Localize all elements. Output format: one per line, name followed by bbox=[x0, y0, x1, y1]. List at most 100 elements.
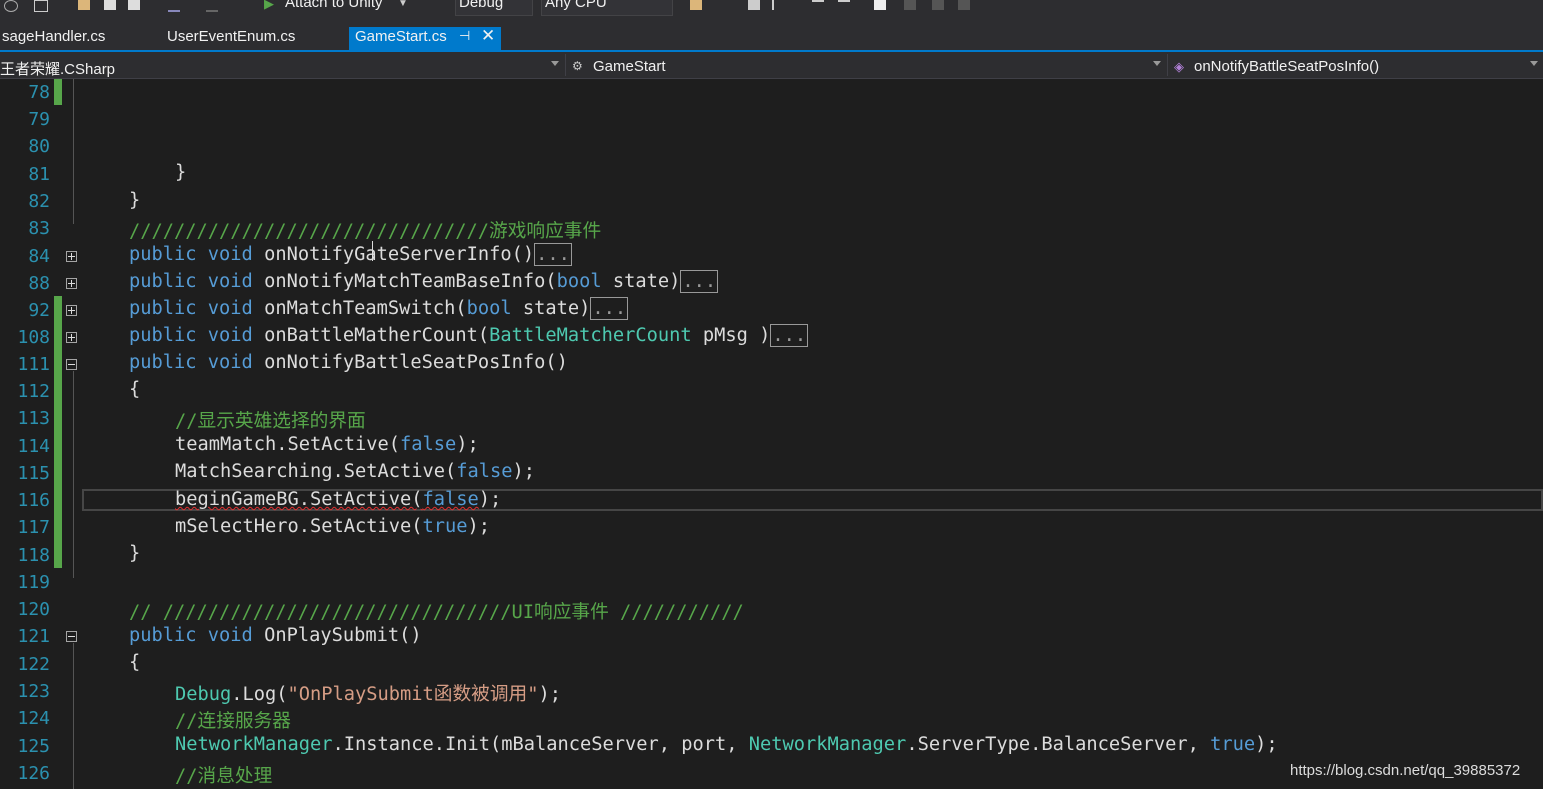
collapse-icon[interactable] bbox=[66, 359, 77, 370]
keyword: public bbox=[129, 244, 197, 265]
code-line-121[interactable]: public void OnPlaySubmit() bbox=[129, 625, 422, 646]
indent-icon[interactable] bbox=[772, 0, 786, 10]
change-marker bbox=[54, 79, 62, 105]
method-name: onNotifyMatchTeamBaseInfo( bbox=[264, 271, 557, 292]
code-line-118[interactable]: } bbox=[129, 543, 140, 564]
collapsed-block[interactable]: ... bbox=[770, 324, 809, 347]
code-line-82[interactable]: } bbox=[129, 190, 140, 211]
line-number: 114 bbox=[17, 436, 50, 457]
keyword: void bbox=[207, 625, 253, 646]
method-icon: ◈ bbox=[1174, 59, 1184, 74]
collapse-icon[interactable] bbox=[66, 631, 77, 642]
keyword: false bbox=[422, 489, 479, 510]
undo-icon[interactable] bbox=[168, 0, 180, 12]
punctuation: ); bbox=[1255, 734, 1278, 755]
expand-icon[interactable] bbox=[66, 251, 77, 262]
keyword: public bbox=[129, 625, 197, 646]
brace: } bbox=[129, 190, 141, 211]
code-line-83[interactable]: ////////////////////////////////游戏响应事件 bbox=[129, 216, 601, 243]
uncomment-icon[interactable] bbox=[838, 0, 850, 12]
open-folder-icon[interactable] bbox=[78, 0, 90, 10]
code-line-92[interactable]: public void onMatchTeamSwitch(bool state… bbox=[129, 297, 629, 320]
expand-icon[interactable] bbox=[66, 278, 77, 289]
divider bbox=[565, 54, 566, 76]
project-dropdown[interactable]: 王者荣耀.CSharp bbox=[0, 58, 115, 79]
code-line-115[interactable]: MatchSearching.SetActive(false); bbox=[175, 461, 535, 482]
save-icon[interactable] bbox=[104, 0, 116, 10]
comment-icon[interactable] bbox=[812, 0, 824, 12]
statement: MatchSearching.SetActive( bbox=[175, 461, 457, 482]
method-name: onBattleMatherCount( bbox=[264, 325, 490, 346]
save-all-icon[interactable] bbox=[128, 0, 140, 10]
find-icon[interactable] bbox=[690, 0, 702, 10]
expand-icon[interactable] bbox=[66, 332, 77, 343]
member-dropdown[interactable]: onNotifyBattleSeatPosInfo() bbox=[1194, 58, 1379, 75]
close-icon[interactable]: ✕ bbox=[481, 26, 495, 46]
chevron-down-icon[interactable] bbox=[1153, 61, 1161, 66]
divider bbox=[1167, 54, 1168, 76]
line-number: 108 bbox=[17, 327, 50, 348]
layout-icon[interactable] bbox=[748, 0, 760, 10]
tab-gamestart[interactable]: GameStart.cs ⊣ ✕ bbox=[349, 26, 501, 52]
code-line-108[interactable]: public void onBattleMatherCount(BattleMa… bbox=[129, 324, 809, 347]
tab-messagehandler[interactable]: sageHandler.cs bbox=[2, 28, 105, 45]
code-line-114[interactable]: teamMatch.SetActive(false); bbox=[175, 434, 479, 455]
code-line-88[interactable]: public void onNotifyMatchTeamBaseInfo(bo… bbox=[129, 270, 719, 293]
code-line-126[interactable]: //消息处理 bbox=[175, 761, 272, 788]
line-number: 111 bbox=[17, 354, 50, 375]
line-number: 79 bbox=[28, 109, 50, 130]
collapsed-block[interactable]: ... bbox=[534, 243, 572, 266]
expand-icon[interactable] bbox=[66, 305, 77, 316]
method-name: onNotifyGateServerInfo() bbox=[264, 244, 535, 265]
chevron-down-icon[interactable] bbox=[1530, 61, 1538, 66]
back-icon[interactable] bbox=[4, 0, 18, 12]
code-line-84[interactable]: public void onNotifyGateServerInfo()... bbox=[129, 243, 572, 266]
attach-to-unity-button[interactable]: Attach to Unity bbox=[285, 0, 383, 11]
line-number: 119 bbox=[17, 572, 50, 593]
prev-bookmark-icon[interactable] bbox=[904, 0, 916, 10]
outline-guide bbox=[73, 643, 74, 789]
new-project-icon[interactable] bbox=[34, 0, 48, 12]
bookmark-icon[interactable] bbox=[874, 0, 886, 10]
method-name: onNotifyBattleSeatPosInfo() bbox=[264, 352, 568, 373]
code-line-120[interactable]: // ///////////////////////////////UI响应事件… bbox=[129, 597, 744, 624]
method-name: OnPlaySubmit() bbox=[264, 625, 422, 646]
collapsed-block[interactable]: ... bbox=[680, 270, 719, 293]
brace: } bbox=[175, 162, 187, 183]
type-name: NetworkManager bbox=[748, 734, 907, 755]
string-literal: "OnPlaySubmit函数被调用" bbox=[287, 684, 539, 705]
keyword: void bbox=[207, 325, 253, 346]
code-editor[interactable]: 78 79 80 81 82 83 84 88 92 108 111 112 1… bbox=[0, 79, 1543, 789]
collapsed-block[interactable]: ... bbox=[590, 297, 629, 320]
line-number: 84 bbox=[28, 246, 50, 267]
code-line-81[interactable]: } bbox=[175, 162, 186, 183]
code-line-125[interactable]: NetworkManager.Instance.Init(mBalanceSer… bbox=[175, 734, 1278, 755]
code-line-116[interactable]: beginGameBG.SetActive(false); bbox=[175, 489, 501, 510]
code-line-112[interactable]: { bbox=[129, 379, 140, 400]
play-icon[interactable]: ▶ bbox=[264, 0, 274, 12]
pin-icon[interactable]: ⊣ bbox=[459, 28, 470, 44]
code-line-117[interactable]: mSelectHero.SetActive(true); bbox=[175, 516, 490, 537]
redo-icon[interactable] bbox=[206, 0, 218, 12]
punctuation: ); bbox=[512, 461, 536, 482]
tab-usereventenum[interactable]: UserEventEnum.cs bbox=[167, 28, 295, 45]
keyword: bool bbox=[466, 298, 512, 319]
line-number: 116 bbox=[17, 490, 50, 511]
param: state) bbox=[511, 298, 591, 319]
clear-bookmarks-icon[interactable] bbox=[958, 0, 970, 10]
code-line-122[interactable]: { bbox=[129, 652, 140, 673]
code-line-113[interactable]: //显示英雄选择的界面 bbox=[175, 406, 366, 433]
chevron-down-icon[interactable] bbox=[551, 61, 559, 66]
statement: teamMatch.SetActive( bbox=[175, 434, 401, 455]
type-name: NetworkManager bbox=[175, 734, 333, 755]
code-line-111[interactable]: public void onNotifyBattleSeatPosInfo() bbox=[129, 352, 568, 373]
change-marker bbox=[54, 296, 62, 568]
navigation-bar: 王者荣耀.CSharp ⚙ GameStart ◈ onNotifyBattle… bbox=[0, 52, 1543, 79]
code-line-124[interactable]: //连接服务器 bbox=[175, 706, 291, 733]
code-line-123[interactable]: Debug.Log("OnPlaySubmit函数被调用"); bbox=[175, 679, 561, 706]
line-number: 115 bbox=[17, 463, 50, 484]
line-number: 88 bbox=[28, 273, 50, 294]
next-bookmark-icon[interactable] bbox=[932, 0, 944, 10]
class-dropdown[interactable]: GameStart bbox=[593, 58, 666, 75]
chevron-down-icon[interactable]: ▼ bbox=[398, 0, 408, 9]
